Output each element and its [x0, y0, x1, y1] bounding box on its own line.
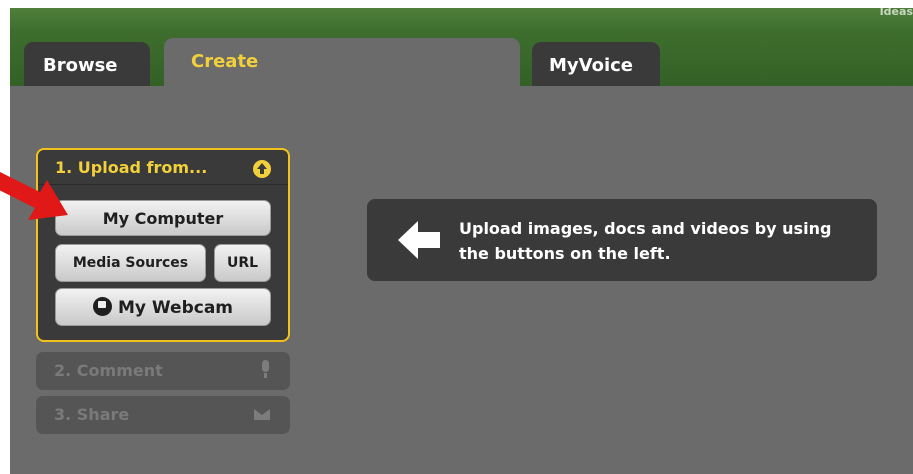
media-sources-button[interactable]: Media Sources: [55, 244, 206, 282]
upload-panel-header[interactable]: 1. Upload from...: [38, 150, 288, 185]
tab-myvoice[interactable]: MyVoice: [532, 42, 660, 86]
envelope-icon: [254, 409, 270, 420]
red-pointer-arrow-icon: [0, 172, 68, 220]
upload-panel-title: 1. Upload from...: [55, 158, 208, 177]
step-share[interactable]: 3. Share: [36, 396, 290, 434]
url-button[interactable]: URL: [214, 244, 271, 282]
left-arrow-icon: [398, 221, 440, 259]
info-message-box: Upload images, docs and videos by using …: [367, 199, 877, 281]
app-window: Ideas Browse MyVoice Create 1. Upload fr…: [10, 8, 913, 474]
my-webcam-label: My Webcam: [117, 298, 234, 318]
microphone-icon: [260, 360, 270, 378]
my-computer-button[interactable]: My Computer: [55, 200, 271, 236]
up-arrow-circle-icon[interactable]: [253, 160, 271, 178]
step-share-label: 3. Share: [54, 405, 130, 424]
tab-create[interactable]: Create: [164, 38, 520, 88]
tab-browse[interactable]: Browse: [24, 42, 150, 86]
step-comment[interactable]: 2. Comment: [36, 352, 290, 390]
step-comment-label: 2. Comment: [54, 361, 163, 380]
brand-text: Ideas: [879, 8, 913, 18]
upload-panel: 1. Upload from... My Computer Media Sour…: [36, 148, 290, 342]
info-message-text: Upload images, docs and videos by using …: [459, 219, 832, 263]
webcam-icon: [92, 297, 112, 316]
my-webcam-button[interactable]: My Webcam: [55, 288, 271, 326]
